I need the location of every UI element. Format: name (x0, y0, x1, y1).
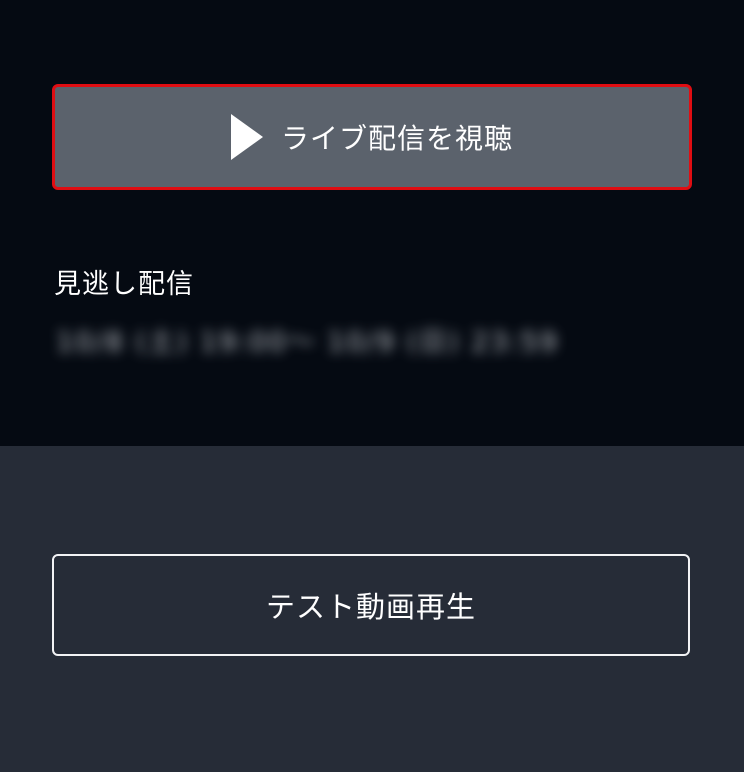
play-icon (230, 114, 263, 160)
test-video-button[interactable]: テスト動画再生 (52, 554, 690, 656)
live-section: ライブ配信を視聴 見逃し配信 10/8 (土) 19:00〜 10/9 (日) … (0, 0, 744, 446)
watch-live-button[interactable]: ライブ配信を視聴 (52, 84, 692, 190)
missed-stream-title: 見逃し配信 (54, 269, 194, 300)
watch-live-label: ライブ配信を視聴 (280, 122, 513, 155)
test-video-label: テスト動画再生 (265, 590, 476, 624)
missed-stream-period: 10/8 (土) 19:00〜 10/9 (日) 23:59 (56, 327, 559, 358)
